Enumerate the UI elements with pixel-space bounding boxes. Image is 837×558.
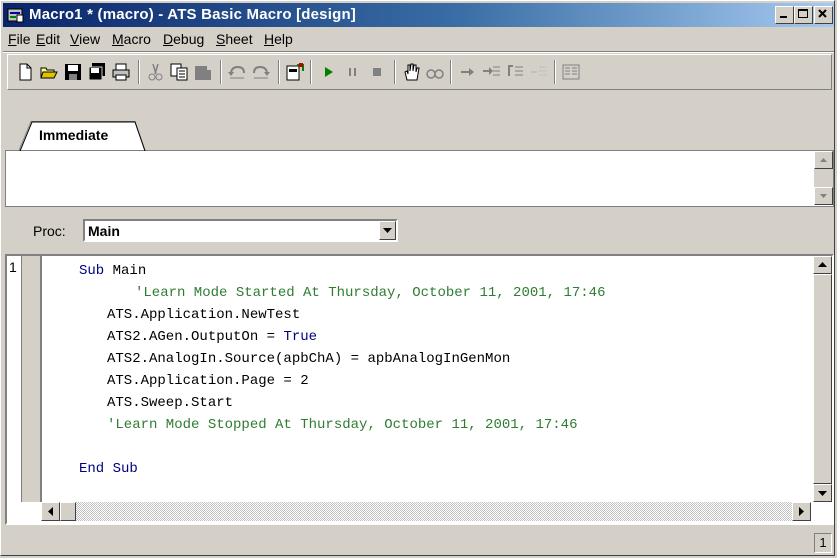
- toolbar: [7, 54, 832, 90]
- code-line[interactable]: ATS2.AnalogIn.Source(apbChA) = apbAnalog…: [107, 348, 510, 370]
- step-over-icon[interactable]: [504, 61, 526, 83]
- proc-bar: Proc: Main: [5, 213, 834, 249]
- code-line[interactable]: ATS2.AGen.OutputOn = True: [107, 326, 317, 348]
- line-number: 1: [9, 259, 17, 275]
- menu-separator: [3, 51, 834, 53]
- code-keyword: Sub: [79, 263, 105, 279]
- vertical-scroll-thumb[interactable]: [813, 274, 832, 484]
- paste-icon[interactable]: [192, 61, 214, 83]
- code-line[interactable]: ATS.Application.NewTest: [107, 304, 300, 326]
- code-comment: 'Learn Mode Started At Thursday, October…: [135, 285, 606, 301]
- scroll-right-button[interactable]: [792, 502, 811, 521]
- new-icon[interactable]: [14, 61, 36, 83]
- code-vertical-scrollbar[interactable]: [813, 256, 832, 502]
- menu-view[interactable]: View: [67, 30, 103, 48]
- code-token: ATS.Application.Page = 2: [107, 373, 309, 389]
- open-icon[interactable]: [38, 61, 60, 83]
- menu-sheet[interactable]: Sheet: [213, 30, 256, 48]
- code-line[interactable]: Sub Main: [79, 260, 146, 282]
- tab-immediate[interactable]: Immediate: [19, 122, 169, 152]
- status-line-field: 1: [814, 533, 832, 553]
- object-browser-icon[interactable]: [560, 61, 582, 83]
- tab-immediate-label: Immediate: [39, 127, 109, 143]
- code-line[interactable]: ATS.Sweep.Start: [107, 392, 233, 414]
- code-comment: 'Learn Mode Stopped At Thursday, October…: [107, 417, 578, 433]
- immediate-pane[interactable]: [5, 151, 834, 207]
- code-token: ATS2.AGen.OutputOn =: [107, 329, 284, 345]
- quick-watch-icon[interactable]: [424, 61, 446, 83]
- save-all-icon[interactable]: [86, 61, 108, 83]
- pause-icon[interactable]: [342, 61, 364, 83]
- code-line[interactable]: 'Learn Mode Stopped At Thursday, October…: [107, 414, 577, 436]
- code-line[interactable]: 'Learn Mode Started At Thursday, October…: [135, 282, 605, 304]
- macro-window: Macro1 * (macro) - ATS Basic Macro [desi…: [0, 0, 835, 556]
- step-out-icon[interactable]: [528, 61, 550, 83]
- scroll-up-button[interactable]: [814, 151, 833, 169]
- save-icon[interactable]: [62, 61, 84, 83]
- step-icon[interactable]: [456, 61, 478, 83]
- redo-icon[interactable]: [250, 61, 272, 83]
- code-editor[interactable]: 1 Sub Main 'Learn Mode Started At Thursda…: [5, 254, 834, 525]
- menu-help[interactable]: Help: [261, 30, 296, 48]
- run-icon[interactable]: [318, 61, 340, 83]
- code-line[interactable]: End Sub: [79, 458, 138, 480]
- code-token: ATS2.AnalogIn.Source(apbChA) = apbAnalog…: [107, 351, 511, 367]
- menu-macro[interactable]: Macro: [109, 30, 154, 48]
- code-token: ATS.Application.NewTest: [107, 307, 301, 323]
- code-token: ATS.Sweep.Start: [107, 395, 234, 411]
- code-line[interactable]: ATS.Application.Page = 2: [107, 370, 309, 392]
- menu-bar: File Edit View Macro Debug Sheet Help: [3, 28, 834, 50]
- chevron-down-icon[interactable]: [379, 221, 396, 240]
- app-icon: [7, 7, 25, 23]
- immediate-vertical-scrollbar[interactable]: [814, 151, 833, 205]
- scroll-down-button[interactable]: [814, 187, 833, 205]
- proc-selected-value: Main: [88, 223, 120, 239]
- copy-icon[interactable]: [168, 61, 190, 83]
- stop-icon[interactable]: [366, 61, 388, 83]
- print-icon[interactable]: [110, 61, 132, 83]
- dialog-editor-icon[interactable]: [284, 61, 306, 83]
- code-horizontal-scrollbar[interactable]: [41, 502, 811, 521]
- menu-file[interactable]: File: [5, 30, 34, 48]
- toggle-breakpoint-icon[interactable]: [400, 61, 422, 83]
- minimize-button[interactable]: [775, 6, 794, 24]
- scroll-down-button[interactable]: [813, 484, 832, 502]
- cut-icon[interactable]: [144, 61, 166, 83]
- code-keyword: End Sub: [79, 461, 138, 477]
- tab-strip: Immediate: [5, 119, 834, 151]
- scroll-up-button[interactable]: [813, 256, 832, 274]
- margin-indicator-bar[interactable]: [21, 256, 41, 502]
- proc-label: Proc:: [33, 223, 66, 239]
- title-bar[interactable]: Macro1 * (macro) - ATS Basic Macro [desi…: [3, 3, 834, 27]
- scroll-left-button[interactable]: [41, 502, 60, 521]
- line-gutter: 1: [7, 256, 42, 502]
- status-bar: 1: [3, 531, 834, 555]
- maximize-button[interactable]: [794, 6, 813, 24]
- window-title: Macro1 * (macro) - ATS Basic Macro [desi…: [29, 6, 357, 23]
- proc-dropdown[interactable]: Main: [83, 219, 398, 242]
- undo-icon[interactable]: [226, 61, 248, 83]
- step-into-icon[interactable]: [480, 61, 502, 83]
- menu-debug[interactable]: Debug: [160, 30, 207, 48]
- code-keyword: True: [283, 329, 318, 345]
- menu-edit[interactable]: Edit: [33, 30, 63, 48]
- horizontal-scroll-thumb[interactable]: [60, 502, 76, 521]
- close-button[interactable]: [814, 6, 833, 24]
- code-token: Main: [104, 263, 147, 279]
